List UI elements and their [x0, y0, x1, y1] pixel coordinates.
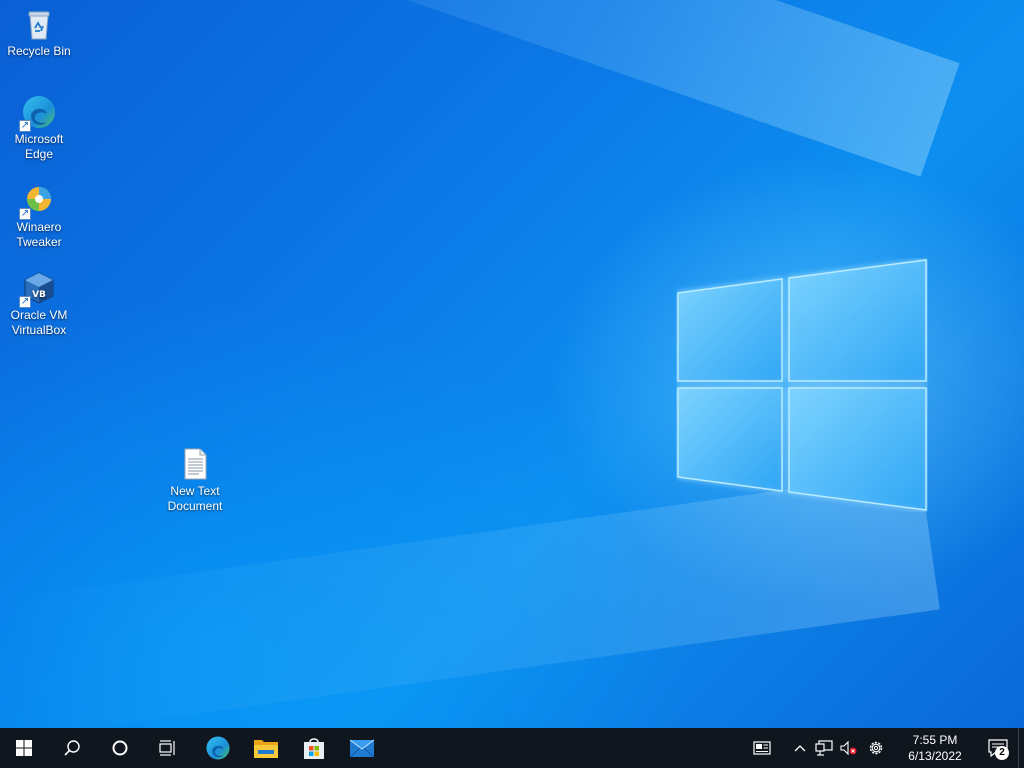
- shortcut-arrow-icon: ↗: [19, 208, 31, 220]
- clock[interactable]: 7:55 PM 6/13/2022: [896, 732, 974, 764]
- action-center-button[interactable]: 2: [978, 728, 1018, 768]
- show-hidden-icons-button[interactable]: [788, 728, 812, 768]
- cortana-button[interactable]: [96, 728, 144, 768]
- wallpaper-light-beam: [69, 0, 960, 177]
- virtualbox-icon: VB ↗: [19, 270, 57, 308]
- taskbar-app-mail[interactable]: [338, 728, 386, 768]
- taskbar-app-file-explorer[interactable]: [242, 728, 290, 768]
- notification-count-badge: 2: [995, 746, 1009, 760]
- desktop-icon-label: Microsoft Edge: [14, 132, 64, 161]
- system-tray: 7:55 PM 6/13/2022 2: [742, 728, 1024, 768]
- news-and-interests-button[interactable]: [742, 728, 782, 768]
- desktop-icon-label: Recycle Bin: [7, 44, 71, 58]
- clock-time: 7:55 PM: [912, 733, 958, 747]
- mail-icon: [349, 739, 375, 758]
- desktop-icon-label: New Text Document: [167, 484, 223, 513]
- search-button[interactable]: [48, 728, 96, 768]
- desktop-icon-label: Winaero Tweaker: [16, 220, 62, 249]
- microsoft-store-icon: [304, 738, 324, 759]
- gear-icon: [869, 741, 883, 755]
- task-view-button[interactable]: [144, 728, 192, 768]
- news-and-interests-icon: [753, 741, 771, 755]
- taskbar-app-microsoft-store[interactable]: [290, 728, 338, 768]
- chevron-up-icon: [794, 745, 806, 752]
- text-document-icon: [177, 446, 213, 482]
- shortcut-arrow-icon: ↗: [19, 120, 31, 132]
- winaero-tweaker-icon: ↗: [19, 182, 57, 220]
- desktop-icon-label: Oracle VM VirtualBox: [10, 308, 68, 337]
- volume-button[interactable]: [836, 728, 860, 768]
- start-button[interactable]: [0, 728, 48, 768]
- windows-wallpaper-logo: [677, 259, 927, 511]
- shortcut-arrow-icon: ↗: [19, 296, 31, 308]
- taskbar: 7:55 PM 6/13/2022 2: [0, 728, 1024, 768]
- file-explorer-icon: [254, 740, 278, 758]
- desktop-icon-winaero-tweaker[interactable]: ↗ Winaero Tweaker: [1, 178, 77, 250]
- network-button[interactable]: [812, 728, 836, 768]
- clock-date: 6/13/2022: [908, 749, 962, 763]
- cortana-circle-icon: [112, 740, 128, 756]
- task-view-icon: [159, 740, 175, 756]
- desktop-icon-oracle-vm-virtualbox[interactable]: VB ↗ Oracle VM VirtualBox: [1, 266, 77, 338]
- network-icon: [815, 740, 833, 756]
- recycle-bin-icon: [21, 6, 57, 42]
- volume-muted-icon: [840, 740, 857, 756]
- windows-start-icon: [16, 740, 32, 756]
- taskbar-app-edge[interactable]: [194, 728, 242, 768]
- desktop-icon-recycle-bin[interactable]: Recycle Bin: [1, 2, 77, 59]
- desktop-icon-new-text-document[interactable]: New Text Document: [157, 442, 233, 514]
- svg-text:VB: VB: [32, 290, 46, 300]
- show-desktop-button[interactable]: [1018, 728, 1024, 768]
- desktop-icon-microsoft-edge[interactable]: ↗ Microsoft Edge: [1, 90, 77, 162]
- search-icon: [64, 740, 80, 756]
- edge-icon: ↗: [19, 94, 57, 132]
- edge-icon: [206, 736, 230, 760]
- settings-tray-button[interactable]: [860, 728, 892, 768]
